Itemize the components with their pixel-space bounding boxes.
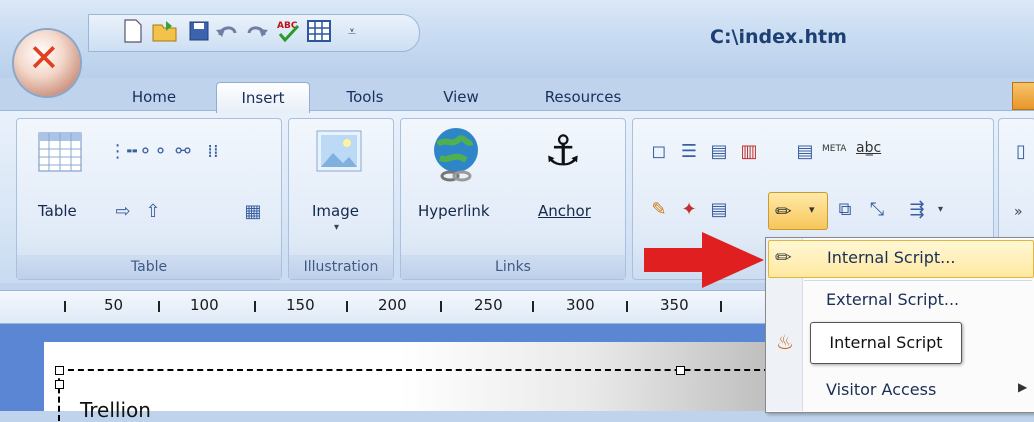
ruler-mark: 350 xyxy=(660,296,689,314)
tab-view[interactable]: View xyxy=(428,82,494,112)
ruler-tick xyxy=(720,301,722,312)
open-folder-icon[interactable] xyxy=(152,18,178,44)
ruler-mark: 150 xyxy=(286,296,315,314)
new-page-icon[interactable] xyxy=(120,18,146,44)
orb-logo-icon: ✕ xyxy=(28,36,60,80)
image-button-label: Image xyxy=(312,202,359,220)
tab-home[interactable]: Home xyxy=(118,82,190,112)
ruler-mark: 100 xyxy=(190,296,219,314)
java-icon: ♨ xyxy=(776,330,794,354)
edit-note-icon[interactable]: ✎ xyxy=(646,196,672,222)
redo-icon[interactable] xyxy=(244,18,270,44)
ruler-mark: 250 xyxy=(474,296,503,314)
ruler-tick xyxy=(254,301,256,312)
merge-cell-icon[interactable]: ⚯ xyxy=(170,138,196,164)
ruler-tick xyxy=(440,301,442,312)
submenu-arrow-icon: ▶ xyxy=(1018,380,1028,394)
bookmark-icon[interactable]: ✦ xyxy=(676,196,702,222)
insert-column-icon[interactable]: ⇨ xyxy=(110,198,136,224)
undo-icon[interactable] xyxy=(214,18,240,44)
resize-handle[interactable] xyxy=(676,366,685,375)
document-icon[interactable]: ▤ xyxy=(792,138,818,164)
tab-insert[interactable]: Insert xyxy=(216,82,310,113)
tab-tools[interactable]: Tools xyxy=(330,82,400,112)
ruler-tick xyxy=(532,301,534,312)
selection-box[interactable] xyxy=(58,369,780,421)
ruler-mark: 50 xyxy=(104,296,124,314)
image-button[interactable]: Image xyxy=(312,202,359,220)
ruler-mark: 300 xyxy=(566,296,595,314)
ruler-tick xyxy=(346,301,348,312)
resize-handle[interactable] xyxy=(55,366,64,375)
resize-icon[interactable]: ⤡ xyxy=(864,196,890,222)
table-properties-icon[interactable]: ▦ xyxy=(240,198,266,224)
more-chevron-icon[interactable]: » xyxy=(1014,204,1023,220)
ruler-mark: 200 xyxy=(378,296,407,314)
hyperlink-button-label: Hyperlink xyxy=(418,202,490,220)
window-title: C:\index.htm xyxy=(710,26,847,48)
meta-icon[interactable]: META xyxy=(822,144,846,154)
menu-item-visitor-access[interactable]: Visitor Access xyxy=(826,380,936,399)
spellcheck-icon[interactable]: ABC xyxy=(276,18,302,44)
column-icon[interactable]: ⁞⁞ xyxy=(200,138,226,164)
calendar-icon[interactable]: ▤ xyxy=(706,138,732,164)
chevron-down-icon: ▾ xyxy=(809,203,815,216)
menu-item-label: Internal Script... xyxy=(827,248,956,267)
script-blocks-icon[interactable]: ⧉ xyxy=(832,196,858,222)
chevron-down-icon: ▾ xyxy=(334,222,340,233)
abbr-icon[interactable]: ab̲c xyxy=(856,140,881,156)
tab-resources[interactable]: Resources xyxy=(528,82,638,112)
tooltip: Internal Script xyxy=(810,322,962,364)
anchor-button[interactable]: Anchor xyxy=(538,202,591,220)
form-box-icon[interactable]: ◻ xyxy=(646,138,672,164)
menu-item-external-script[interactable]: External Script... xyxy=(826,290,959,309)
table-grid-icon[interactable] xyxy=(306,18,332,44)
script-dropdown-button[interactable]: ✏ ▾ xyxy=(768,192,828,230)
pencil-icon: ✏ xyxy=(775,245,792,269)
hyperlink-button[interactable]: Hyperlink xyxy=(418,202,490,220)
globe-link-icon xyxy=(430,126,482,190)
anchor-button-label: Anchor xyxy=(538,202,591,220)
menu-item-internal-script[interactable]: ✏ Internal Script... xyxy=(768,240,1034,278)
list-icon[interactable]: ☰ xyxy=(676,138,702,164)
menu-divider xyxy=(804,280,1032,281)
insert-row-icon[interactable]: ⋮╍ xyxy=(109,138,138,164)
links-group-label: Links xyxy=(401,255,625,279)
table-group-label: Table xyxy=(17,255,281,279)
ruler-tick xyxy=(626,301,628,312)
datepicker-icon[interactable]: ▥ xyxy=(736,138,762,164)
document-heading[interactable]: Trellion xyxy=(80,398,151,422)
app-orb-button[interactable]: ✕ xyxy=(14,30,80,96)
insert-above-icon[interactable]: ⇧ xyxy=(140,198,166,224)
wrap-icon[interactable]: ⇶ xyxy=(904,196,930,222)
notes-icon[interactable]: ▤ xyxy=(706,196,732,222)
split-cell-icon[interactable]: ⚬⚬ xyxy=(138,138,168,164)
chevron-down-icon[interactable]: ▾ xyxy=(938,204,943,215)
anchor-icon: ⚓ xyxy=(544,126,582,175)
illustration-group-label: Illustration xyxy=(289,255,393,279)
ruler-tick xyxy=(64,301,66,312)
help-button[interactable] xyxy=(1012,82,1034,110)
save-icon[interactable] xyxy=(186,18,212,44)
pencil-icon: ✏ xyxy=(775,199,792,223)
table-icon xyxy=(38,132,82,176)
table-button[interactable]: Table xyxy=(38,202,77,220)
red-arrow-annotation xyxy=(644,232,764,288)
ruler-tick xyxy=(158,301,160,312)
image-icon xyxy=(316,130,362,176)
resize-handle[interactable] xyxy=(55,380,64,389)
customize-chevron-icon[interactable]: ⩡ xyxy=(348,24,356,40)
table-button-label: Table xyxy=(38,202,77,220)
overflow-icon[interactable]: ▯ xyxy=(1008,138,1034,164)
